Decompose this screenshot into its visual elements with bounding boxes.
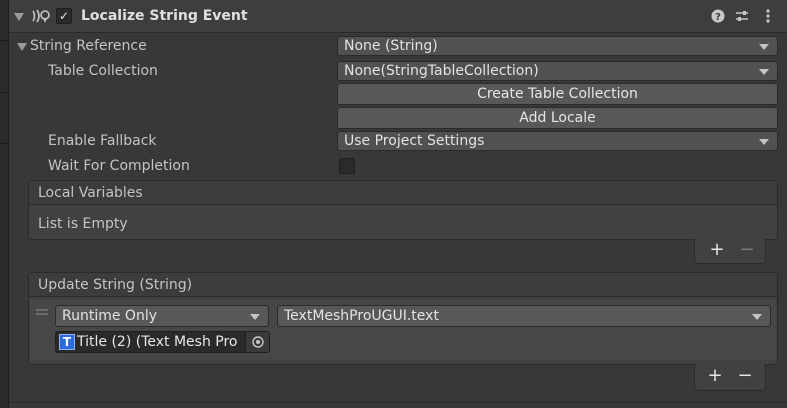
localization-icon [30,8,52,24]
chevron-down-icon [759,139,769,145]
target-object-field[interactable]: T Title (2) (Text Mesh Pro [55,331,270,353]
string-reference-dropdown[interactable]: None (String) [337,36,778,56]
text-mesh-pro-icon: T [59,334,75,350]
svg-text:?: ? [715,12,721,23]
string-reference-foldout-icon[interactable] [17,43,27,51]
string-reference-label: String Reference [30,38,147,54]
chevron-down-icon [752,314,762,320]
local-variables-panel: Local Variables List is Empty [28,180,778,240]
remove-icon[interactable]: − [735,366,755,386]
component-title: Localize String Event [81,8,248,24]
drag-handle-icon[interactable] [36,309,48,315]
enable-fallback-label: Enable Fallback [48,133,157,149]
object-picker-icon [252,336,264,348]
local-variables-empty-text: List is Empty [38,216,128,232]
table-collection-label: Table Collection [48,63,158,79]
enable-fallback-value: Use Project Settings [344,133,485,149]
more-icon[interactable] [761,8,775,24]
create-table-collection-button[interactable]: Create Table Collection [337,83,778,105]
function-value: TextMeshProUGUI.text [284,308,439,324]
left-edge-strip [0,0,9,408]
local-variables-title: Local Variables [38,185,143,201]
strip-divider [0,40,9,41]
help-icon[interactable]: ? [711,9,725,23]
string-reference-value: None (String) [344,38,438,54]
table-collection-value: None(StringTableCollection) [344,63,539,79]
enabled-checkbox[interactable]: ✓ [56,8,72,24]
chevron-down-icon [759,44,769,50]
remove-icon[interactable]: − [737,240,757,260]
object-picker-button[interactable] [245,332,269,352]
wait-for-completion-label: Wait For Completion [48,158,190,174]
table-collection-dropdown[interactable]: None(StringTableCollection) [337,61,778,81]
add-icon[interactable]: + [707,240,727,260]
enable-fallback-dropdown[interactable]: Use Project Settings [337,131,778,151]
add-locale-button[interactable]: Add Locale [337,107,778,129]
local-variables-footer: + − [694,239,766,264]
component-header[interactable]: ✓ Localize String Event ? [9,0,787,33]
strip-divider [0,143,9,144]
wait-for-completion-checkbox[interactable] [339,158,355,174]
foldout-arrow-icon[interactable] [14,13,24,21]
local-variables-header: Local Variables [29,181,777,205]
update-string-header: Update String (String) [29,273,777,297]
add-icon[interactable]: + [705,366,725,386]
update-string-footer: + − [694,364,766,391]
target-object-value: Title (2) (Text Mesh Pro [77,334,238,350]
runtime-mode-dropdown[interactable]: Runtime Only [55,305,269,327]
chevron-down-icon [759,69,769,75]
bottom-divider [9,402,787,403]
preset-icon[interactable] [735,9,749,23]
chevron-down-icon [250,314,260,320]
update-string-title: Update String (String) [38,277,193,293]
runtime-mode-value: Runtime Only [62,308,157,324]
checkbox-icon: ✓ [58,9,70,23]
function-dropdown[interactable]: TextMeshProUGUI.text [277,305,771,327]
strip-divider [0,92,9,93]
